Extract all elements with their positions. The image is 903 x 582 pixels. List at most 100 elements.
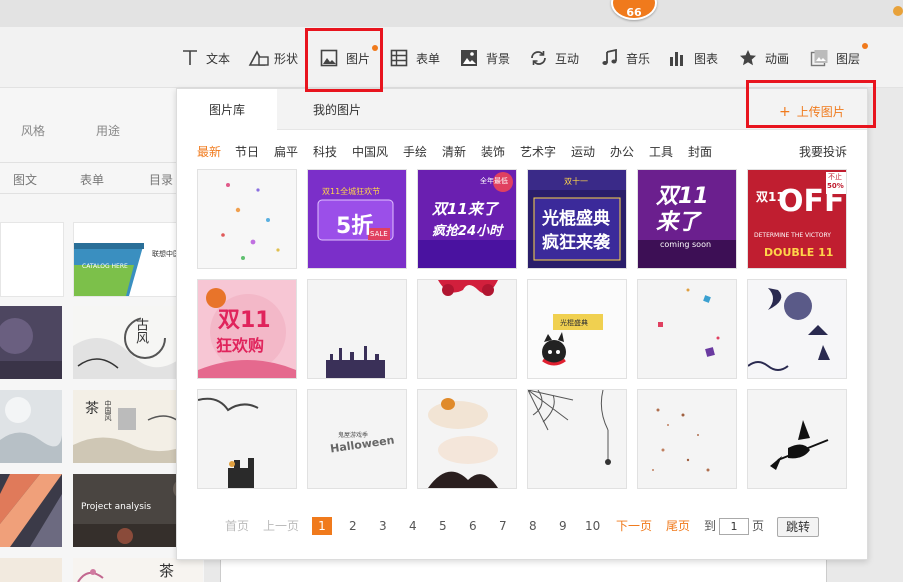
pager-page[interactable]: 9 [559,517,567,535]
pager-page[interactable]: 6 [469,517,477,535]
image-scattered-gifts[interactable] [637,279,737,379]
interaction-icon [529,49,549,67]
template-thumb-10[interactable]: 茶 [73,558,203,582]
tool-chart[interactable]: 图表 [668,49,718,67]
image-pumpkin-clouds[interactable] [417,389,517,489]
image-icon [320,49,340,67]
image-confetti-dots[interactable] [197,169,297,269]
category-item[interactable]: 办公 [610,143,634,160]
image-red-ribbon[interactable] [417,279,517,379]
pager-page[interactable]: 10 [585,517,600,535]
pager-prev[interactable]: 上一页 [263,517,299,535]
image-halloween-text[interactable]: 鬼屋游戏季 Halloween [307,389,407,489]
image-new-dot [372,45,378,51]
category-item[interactable]: 装饰 [481,143,505,160]
image-double11-coming-grab[interactable]: 全年最低 双11来了 疯抢24小时 [417,169,517,269]
image-castle-silhouette[interactable] [307,279,407,379]
zhongguofeng-text: 中国风 [104,400,112,421]
project-text: Project analysis [81,502,152,512]
pager-first[interactable]: 首页 [225,517,249,535]
pager-goto-input[interactable]: 1 [719,518,749,535]
pager-page[interactable]: 3 [379,517,387,535]
pager-page[interactable]: 8 [529,517,537,535]
tool-music[interactable]: 音乐 [600,48,651,67]
tool-music-label: 音乐 [626,51,651,66]
sale-main-text: 5折 [336,214,374,239]
image-splatter[interactable] [637,389,737,489]
pager-last[interactable]: 尾页 [666,517,690,535]
tool-form[interactable]: 表单 [390,49,440,67]
tool-animation-label: 动画 [765,51,790,66]
tool-text-label: 文本 [206,51,231,66]
template-thumb-5[interactable] [0,390,62,463]
tab-my-images[interactable]: 我的图片 [287,89,387,129]
tool-animation[interactable]: 动画 [739,49,789,67]
tool-text[interactable]: 文本 [180,49,230,67]
template-type-tabs: 图文 表单 目录 [0,162,204,194]
pager-page[interactable]: 1 [312,517,332,535]
tool-interaction[interactable]: 互动 [529,49,579,67]
tool-image-label: 图片 [346,51,371,66]
tab-style[interactable]: 风格 [21,122,45,139]
off-sub-text: DETERMINE THE VICTORY [754,232,831,239]
category-item[interactable]: 艺术字 [520,143,556,160]
category-item[interactable]: 最新 [197,143,221,160]
tool-background[interactable]: 背景 [460,49,510,67]
off-bottom-text: DOUBLE 11 [764,246,834,259]
category-item[interactable]: 中国风 [352,143,388,160]
tab-usage[interactable]: 用途 [96,122,120,139]
tab-form[interactable]: 表单 [80,171,104,188]
sale-top-text: 双11全城狂欢节 [322,187,381,196]
tool-layer[interactable]: 图层 [810,43,868,67]
image-cat-double11[interactable]: 光棍盛典 [527,279,627,379]
category-item[interactable]: 节日 [235,143,259,160]
template-filter-tabs: 风格 用途 [0,116,204,146]
chart-icon [668,49,688,67]
image-witch-broom[interactable] [747,389,847,489]
image-halloween-moon[interactable] [747,279,847,379]
pager-page[interactable]: 7 [499,517,507,535]
image-spider-web[interactable] [527,389,627,489]
category-item[interactable]: 工具 [649,143,673,160]
pager-jump-button[interactable]: 跳转 [777,517,819,537]
category-item[interactable]: 科技 [313,143,337,160]
template-thumb-7[interactable] [0,474,62,547]
image-double11-carnival[interactable]: 双11 狂欢购 [197,279,297,379]
tool-shape[interactable]: 形状 [248,49,298,67]
pagination: 首页 上一页 1 2 3 4 5 6 7 8 9 10 下一页 尾页 到 1 页… [177,517,867,541]
pager-page[interactable]: 2 [349,517,357,535]
catalog-text: CATALOG HERE [82,263,128,270]
tool-layer-label: 图层 [836,51,861,66]
tool-image[interactable]: 图片 [320,45,378,67]
image-double11-celebration[interactable]: 双十一 光棍盛典 疯狂来袭 [527,169,627,269]
pager-next[interactable]: 下一页 [616,517,652,535]
template-thumb-1[interactable] [0,222,64,297]
tab-image-library[interactable]: 图片库 [177,89,277,130]
template-thumb-3[interactable] [0,306,62,379]
pager-page[interactable]: 5 [439,517,447,535]
carnival-sub-text: 狂欢购 [216,336,265,355]
report-link[interactable]: 我要投诉 [799,143,847,160]
category-item[interactable]: 运动 [571,143,595,160]
tab-catalog[interactable]: 目录 [149,171,173,188]
tool-shape-label: 形状 [274,51,299,66]
sale-small-text: SALE [370,230,388,238]
category-item[interactable]: 封面 [688,143,712,160]
image-halloween-tree[interactable] [197,389,297,489]
category-item[interactable]: 扁平 [274,143,298,160]
image-double11-coming-soon[interactable]: 双11来了 coming soon [637,169,737,269]
category-item[interactable]: 手绘 [403,143,427,160]
category-item[interactable]: 清新 [442,143,466,160]
layer-icon [810,49,830,67]
upload-image-button[interactable]: + 上传图片 [779,103,845,120]
template-thumb-9[interactable] [0,558,62,582]
pager-page[interactable]: 4 [409,517,417,535]
pager-goto-label: 到 [704,519,717,533]
pager-page-suffix: 页 [752,519,765,533]
image-double11-sale[interactable]: 双11全城狂欢节 5折 SALE [307,169,407,269]
layer-new-dot [862,43,868,49]
tab-image-text[interactable]: 图文 [13,171,37,188]
background-icon [460,49,480,67]
carnival-main-text: 双11 [218,308,271,333]
image-double11-off[interactable]: 双11 OFF 不止 50% DETERMINE THE VICTORY DOU… [747,169,847,269]
